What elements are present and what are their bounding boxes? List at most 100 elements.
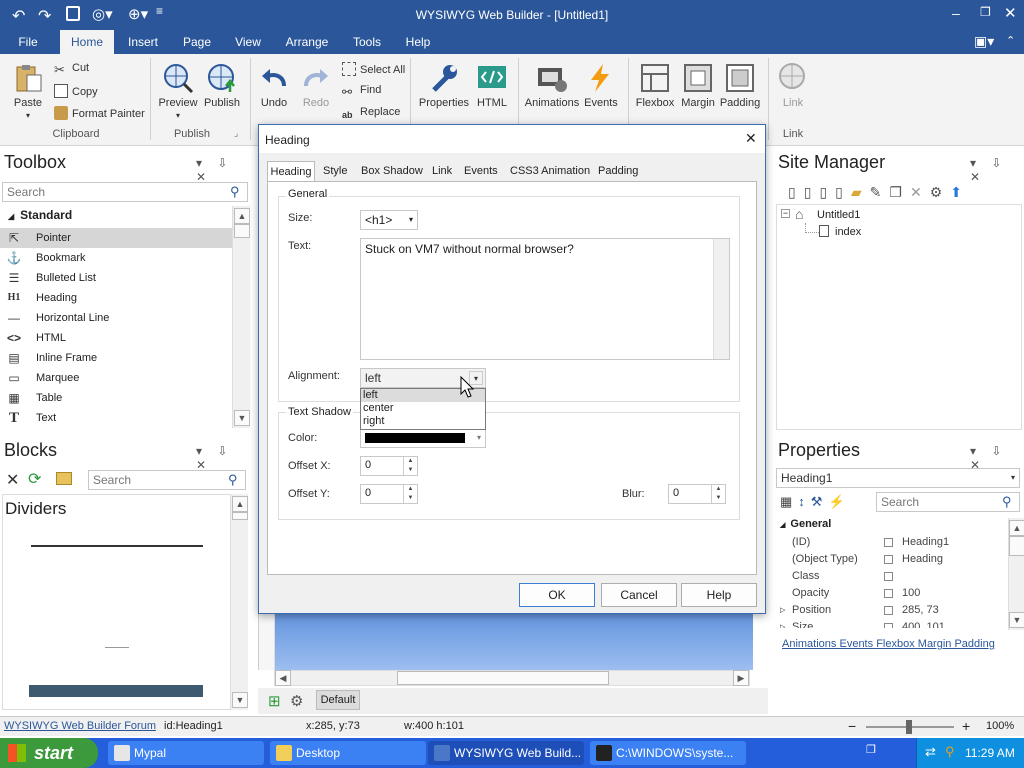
divider-block-3[interactable] bbox=[29, 685, 203, 697]
flexbox-button[interactable]: Flexbox bbox=[632, 62, 678, 109]
display-options-icon[interactable]: ▣▾ bbox=[974, 33, 994, 50]
tab-padding[interactable]: Padding bbox=[598, 161, 638, 181]
redo-button[interactable]: Redo bbox=[296, 62, 336, 109]
dialog-launcher-icon[interactable]: ⌟ bbox=[234, 128, 238, 139]
link-button[interactable]: Link bbox=[772, 62, 814, 109]
scroll-left-icon[interactable]: ◀ bbox=[275, 670, 291, 686]
offset-x-spinner[interactable]: 0 ▲ ▼ bbox=[360, 456, 418, 476]
tool-pointer[interactable]: ⇱ Pointer bbox=[0, 228, 232, 248]
scroll-up-icon[interactable]: ▲ bbox=[1009, 520, 1024, 536]
scroll-right-icon[interactable]: ▶ bbox=[733, 670, 749, 686]
paste-button[interactable]: Paste ▾ bbox=[8, 62, 48, 121]
scroll-thumb[interactable] bbox=[234, 224, 250, 238]
animations-button[interactable]: Animations bbox=[522, 62, 582, 109]
property-row[interactable]: (Object Type) Heading bbox=[774, 551, 1008, 568]
wrench-icon[interactable]: ⚒ bbox=[811, 494, 829, 509]
tool-bookmark[interactable]: ⚓ Bookmark bbox=[0, 248, 232, 268]
scroll-thumb[interactable] bbox=[1009, 536, 1024, 556]
toolbox-search-input[interactable]: Search bbox=[2, 182, 248, 202]
taskbar-expand-icon[interactable]: ❐ bbox=[866, 743, 876, 756]
undo-button[interactable]: Undo bbox=[254, 62, 294, 109]
property-row[interactable]: Opacity 100 bbox=[774, 585, 1008, 602]
property-row[interactable]: ▷ Position 285, 73 bbox=[774, 602, 1008, 619]
format-painter-button[interactable]: Format Painter bbox=[54, 106, 145, 120]
move-up-icon[interactable]: ⬆ bbox=[950, 184, 970, 200]
taskbar-desktop[interactable]: Desktop bbox=[270, 741, 426, 765]
link-margin[interactable]: Margin bbox=[918, 638, 952, 650]
dialog-title-bar[interactable]: Heading ✕ bbox=[259, 125, 765, 153]
zoom-in-icon[interactable]: + bbox=[962, 718, 970, 734]
blocks-search-input[interactable]: Search bbox=[88, 470, 246, 490]
ok-button[interactable]: OK bbox=[519, 583, 595, 607]
categorized-icon[interactable]: ▦ bbox=[780, 494, 798, 509]
tree-page-index[interactable]: index bbox=[835, 226, 861, 238]
tab-style[interactable]: Style bbox=[323, 161, 347, 181]
tool-inline-frame[interactable]: ▤ Inline Frame bbox=[0, 348, 232, 368]
blur-spinner[interactable]: 0 ▲ ▼ bbox=[668, 484, 726, 504]
link-animations[interactable]: Animations bbox=[782, 638, 836, 650]
start-button[interactable]: start bbox=[0, 738, 98, 768]
tool-text[interactable]: T Text bbox=[0, 408, 232, 428]
page-settings-icon[interactable]: ⚙ bbox=[290, 692, 303, 710]
tab-events[interactable]: Events bbox=[464, 161, 498, 181]
search-icon[interactable]: ⚲ bbox=[1002, 494, 1012, 510]
link-padding[interactable]: Padding bbox=[954, 638, 994, 650]
alignment-option-right[interactable]: right bbox=[361, 415, 485, 428]
margin-button[interactable]: Margin bbox=[678, 62, 718, 109]
delete-page-icon[interactable]: ✕ bbox=[910, 184, 930, 200]
preview-button[interactable]: Preview ▾ bbox=[156, 62, 200, 121]
duplicate-icon[interactable]: ❐ bbox=[889, 184, 910, 200]
tool-bulleted-list[interactable]: ☰ Bulleted List bbox=[0, 268, 232, 288]
taskbar-wysiwyg[interactable]: WYSIWYG Web Build... bbox=[428, 741, 584, 765]
divider-block-2[interactable] bbox=[105, 647, 129, 648]
page-properties-icon[interactable]: ⚙ bbox=[930, 184, 951, 200]
scroll-up-icon[interactable]: ▲ bbox=[234, 208, 250, 224]
property-row[interactable]: ▷ Size 400, 101 bbox=[774, 619, 1008, 628]
toolbox-panel-controls[interactable]: ▾ ⇩ ✕ bbox=[196, 156, 252, 184]
close-icon[interactable]: ✕ bbox=[1004, 4, 1017, 22]
cut-button[interactable]: ✂ Cut bbox=[54, 62, 89, 77]
menu-file[interactable]: File bbox=[8, 30, 48, 54]
help-button[interactable]: Help bbox=[681, 583, 757, 607]
scroll-thumb[interactable] bbox=[397, 671, 609, 685]
properties-button[interactable]: Properties bbox=[416, 62, 472, 109]
spin-arrows-icon[interactable]: ▲ ▼ bbox=[711, 485, 725, 503]
page-content-area[interactable] bbox=[275, 606, 753, 670]
taskbar-cmd[interactable]: C:\WINDOWS\syste... bbox=[590, 741, 746, 765]
offset-y-spinner[interactable]: 0 ▲ ▼ bbox=[360, 484, 418, 504]
menu-page[interactable]: Page bbox=[176, 30, 218, 54]
zoom-slider-thumb[interactable] bbox=[906, 720, 912, 734]
link-flexbox[interactable]: Flexbox bbox=[876, 638, 915, 650]
property-row[interactable]: (ID) Heading1 bbox=[774, 534, 1008, 551]
tool-marquee[interactable]: ▭ Marquee bbox=[0, 368, 232, 388]
folder-open-icon[interactable]: ▰ bbox=[851, 184, 870, 200]
properties-search-input[interactable]: Search bbox=[876, 492, 1020, 512]
menu-arrange[interactable]: Arrange bbox=[280, 30, 334, 54]
menu-view[interactable]: View bbox=[228, 30, 268, 54]
add-page-icon[interactable]: ⊞ bbox=[268, 692, 281, 710]
menu-insert[interactable]: Insert bbox=[120, 30, 166, 54]
page-tab-default[interactable]: Default bbox=[316, 690, 360, 710]
size-select[interactable]: <h1> ▾ bbox=[360, 210, 418, 230]
copy-button[interactable]: Copy bbox=[54, 84, 98, 98]
text-area-scrollbar[interactable] bbox=[713, 239, 729, 359]
toolbox-category[interactable]: ◢ Standard bbox=[8, 208, 72, 222]
search-tray-icon[interactable]: ⚲ bbox=[945, 744, 955, 760]
taskbar-mypal[interactable]: Mypal bbox=[108, 741, 264, 765]
tool-table[interactable]: ▦ Table bbox=[0, 388, 232, 408]
select-all-button[interactable]: Select All bbox=[342, 62, 405, 76]
zoom-out-icon[interactable]: − bbox=[848, 718, 856, 734]
menu-help[interactable]: Help bbox=[398, 30, 438, 54]
network-icon[interactable]: ⇄ bbox=[925, 744, 936, 760]
html-button[interactable]: HTML bbox=[472, 62, 512, 109]
scroll-down-icon[interactable]: ▼ bbox=[232, 692, 248, 708]
alignment-option-center[interactable]: center bbox=[361, 402, 485, 415]
padding-button[interactable]: Padding bbox=[718, 62, 762, 109]
page-list-icon[interactable]: ▯ bbox=[819, 184, 835, 200]
new-page-template-icon[interactable]: ▯ bbox=[804, 184, 820, 200]
color-picker[interactable]: ▾ bbox=[360, 428, 486, 448]
ribbon-collapse-icon[interactable]: ⌃ bbox=[1006, 34, 1015, 47]
tab-link[interactable]: Link bbox=[432, 161, 452, 181]
folder-icon[interactable] bbox=[56, 472, 72, 485]
events-icon[interactable]: ⚡ bbox=[828, 494, 850, 509]
